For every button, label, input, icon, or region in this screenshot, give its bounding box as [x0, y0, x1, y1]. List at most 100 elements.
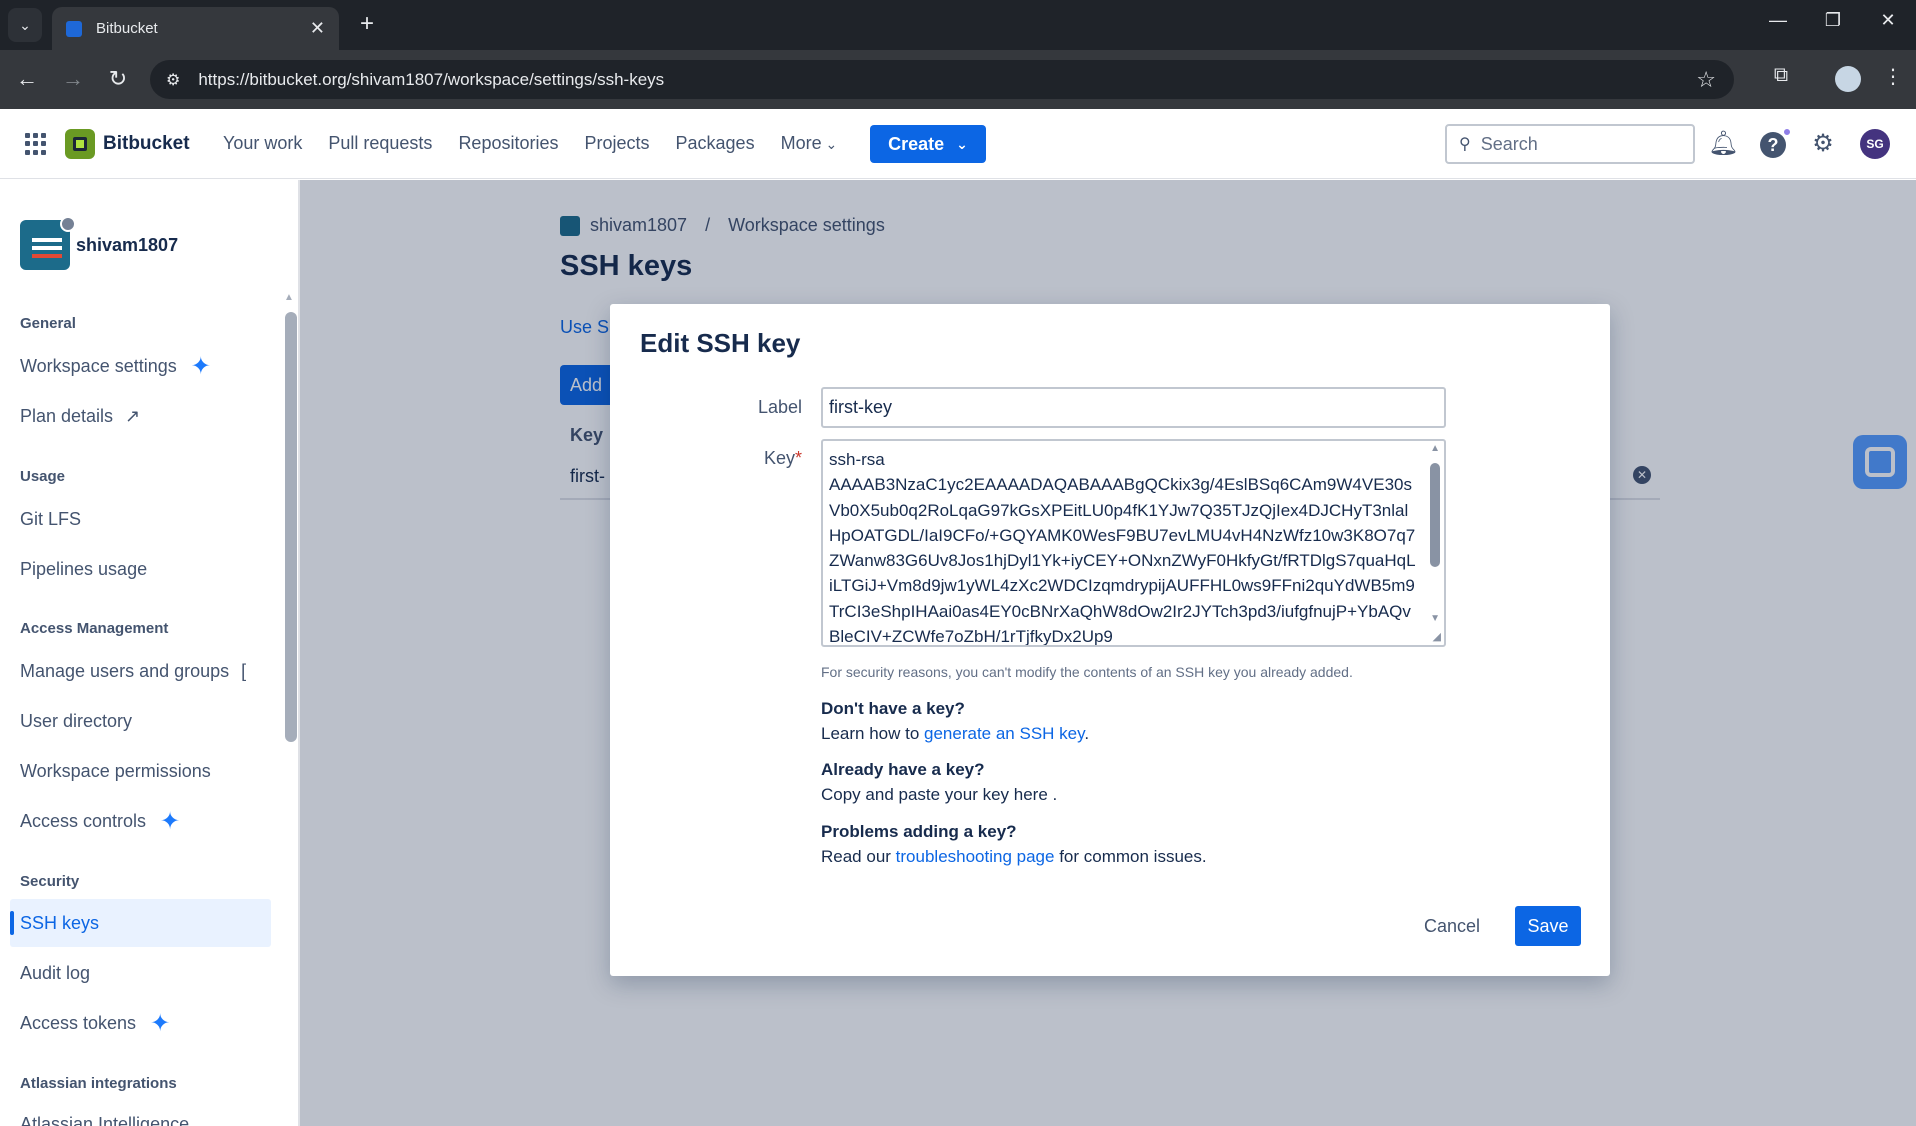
sidebar-item-label: Git LFS [20, 508, 82, 529]
security-hint: For security reasons, you can't modify t… [821, 664, 1353, 680]
chevron-down-icon: ⌄ [956, 135, 968, 152]
sidebar-item-manage-users[interactable]: Manage users and groups [ [10, 647, 271, 695]
reload-icon[interactable]: ↻ [103, 64, 133, 94]
edit-ssh-key-dialog: Edit SSH key Label Key* ssh-rsa AAAAB3Nz… [610, 304, 1610, 976]
tab-title: Bitbucket [96, 20, 158, 37]
sidebar-item-pipelines-usage[interactable]: Pipelines usage [10, 545, 271, 593]
product-name: Bitbucket [103, 133, 190, 154]
save-button[interactable]: Save [1515, 906, 1581, 946]
problems-prefix: Read our [821, 847, 896, 866]
section-usage: Usage [20, 468, 66, 485]
sidebar-item-git-lfs[interactable]: Git LFS [10, 495, 271, 543]
scroll-up-arrow-icon[interactable]: ▲ [284, 292, 294, 303]
search-placeholder: Search [1480, 133, 1538, 154]
key-textarea[interactable]: ssh-rsa AAAAB3NzaC1yc2EAAAADAQABAAABgQCk… [821, 439, 1446, 647]
search-icon: ⚲ [1459, 136, 1471, 153]
browser-tab-strip: ⌄ Bitbucket ✕ + — ❐ ✕ [0, 0, 1916, 50]
cancel-button[interactable]: Cancel [1415, 906, 1489, 946]
restore-icon[interactable]: ❐ [1818, 10, 1848, 31]
bookmark-star-icon[interactable]: ☆ [1696, 67, 1716, 93]
nav-projects[interactable]: Projects [584, 133, 649, 154]
label-field-label: Label [757, 397, 802, 417]
back-icon[interactable]: ← [12, 64, 42, 94]
settings-gear-icon[interactable]: ⚙ [1808, 129, 1838, 159]
new-tab-button[interactable]: + [352, 10, 382, 38]
sidebar-item-ssh-keys[interactable]: SSH keys [10, 899, 271, 947]
nav-repositories[interactable]: Repositories [458, 133, 558, 154]
nav-your-work[interactable]: Your work [223, 133, 302, 154]
no-key-prefix: Learn how to [821, 724, 925, 743]
sidebar-item-label: SSH keys [20, 912, 100, 933]
resize-handle-icon[interactable]: ◢ [1433, 630, 1441, 643]
section-general: General [20, 315, 76, 332]
sidebar-item-label: Access tokens [20, 1012, 137, 1033]
bitbucket-logo-icon [65, 129, 95, 159]
sidebar-item-access-tokens[interactable]: Access tokens ✦ [10, 999, 271, 1047]
forward-icon[interactable]: → [58, 64, 88, 94]
textarea-scrollbar[interactable] [1430, 463, 1440, 567]
settings-sidebar: shivam1807 General Workspace settings ✦ … [0, 180, 300, 1126]
have-key-text: Copy and paste your key here . [821, 785, 1058, 804]
help-icon[interactable]: ? [1760, 132, 1786, 158]
browser-menu-icon[interactable]: ⋮ [1878, 64, 1908, 89]
close-tab-icon[interactable]: ✕ [310, 18, 325, 39]
key-textarea-content: ssh-rsa AAAAB3NzaC1yc2EAAAADAQABAAABgQCk… [829, 450, 1416, 647]
chevron-down-icon: ⌄ [19, 16, 31, 33]
bitbucket-favicon-icon [66, 20, 82, 37]
browser-toolbar: ← → ↻ ⚙ https://bitbucket.org/shivam1807… [0, 50, 1916, 109]
workspace-name: shivam1807 [76, 234, 179, 255]
sidebar-item-workspace-settings[interactable]: Workspace settings ✦ [10, 342, 271, 390]
scroll-up-arrow-icon[interactable]: ▲ [1430, 443, 1440, 454]
sidebar-scrollbar[interactable] [285, 312, 297, 742]
have-key-heading: Already have a key? [821, 760, 985, 779]
sidebar-item-label: User directory [20, 710, 133, 731]
browser-profile-avatar[interactable] [1835, 66, 1861, 92]
sidebar-item-label: Audit log [20, 962, 91, 983]
user-avatar[interactable]: SG [1860, 129, 1890, 159]
sidebar-item-label: Plan details [20, 405, 114, 426]
search-input[interactable]: ⚲ Search [1445, 124, 1695, 164]
no-key-suffix: . [1084, 724, 1090, 743]
sidebar-item-label: Workspace settings [20, 355, 177, 376]
sidebar-item-label: Pipelines usage [20, 558, 148, 579]
create-button[interactable]: Create ⌄ [870, 125, 986, 163]
workspace-header[interactable]: shivam1807 [20, 216, 179, 270]
app-switcher-icon[interactable] [25, 133, 47, 155]
sparkle-icon: ✦ [190, 352, 211, 380]
sidebar-item-workspace-permissions[interactable]: Workspace permissions [10, 747, 271, 795]
scroll-down-arrow-icon[interactable]: ▼ [1430, 613, 1440, 624]
required-marker: * [794, 448, 802, 468]
nav-pull-requests[interactable]: Pull requests [328, 133, 432, 154]
extensions-icon[interactable]: ⧉ [1766, 64, 1796, 87]
tab-list-button[interactable]: ⌄ [8, 8, 42, 42]
label-input[interactable] [821, 387, 1446, 428]
sidebar-item-user-directory[interactable]: User directory [10, 697, 271, 745]
external-link-icon: ↗ [125, 405, 141, 426]
url-text[interactable]: https://bitbucket.org/shivam1807/workspa… [198, 70, 1696, 90]
sidebar-item-audit-log[interactable]: Audit log [10, 949, 271, 997]
sidebar-item-label: Workspace permissions [20, 760, 211, 781]
help-notification-dot [1782, 127, 1792, 137]
browser-tab[interactable]: Bitbucket ✕ [52, 7, 339, 50]
generate-ssh-key-link[interactable]: generate an SSH key [924, 724, 1084, 743]
close-window-icon[interactable]: ✕ [1873, 10, 1903, 31]
nav-more-dropdown[interactable]: More [781, 133, 838, 154]
key-label-text: Key [763, 448, 795, 468]
sidebar-item-atlassian-intelligence[interactable]: Atlassian Intelligence [10, 1100, 271, 1126]
bitbucket-logo[interactable]: Bitbucket [65, 129, 190, 159]
nav-packages[interactable]: Packages [676, 133, 755, 154]
no-key-text: Learn how to generate an SSH key. [821, 724, 1089, 744]
minimize-icon[interactable]: — [1763, 10, 1793, 31]
sidebar-item-plan-details[interactable]: Plan details ↗ [10, 392, 271, 440]
sidebar-item-label: Manage users and groups [20, 660, 230, 681]
sidebar-item-access-controls[interactable]: Access controls ✦ [10, 797, 271, 845]
troubleshooting-link[interactable]: troubleshooting page [896, 847, 1055, 866]
notifications-bell-icon[interactable]: 🔔︎ [1708, 129, 1738, 159]
address-bar[interactable]: ⚙ https://bitbucket.org/shivam1807/works… [150, 60, 1734, 99]
problems-suffix: for common issues. [1054, 847, 1207, 866]
lock-icon [60, 216, 76, 232]
sidebar-item-label: Atlassian Intelligence [20, 1113, 190, 1126]
top-navigation: Your work Pull requests Repositories Pro… [223, 133, 837, 154]
site-info-icon[interactable]: ⚙ [166, 70, 180, 90]
sidebar-item-label: Access controls [20, 810, 147, 831]
